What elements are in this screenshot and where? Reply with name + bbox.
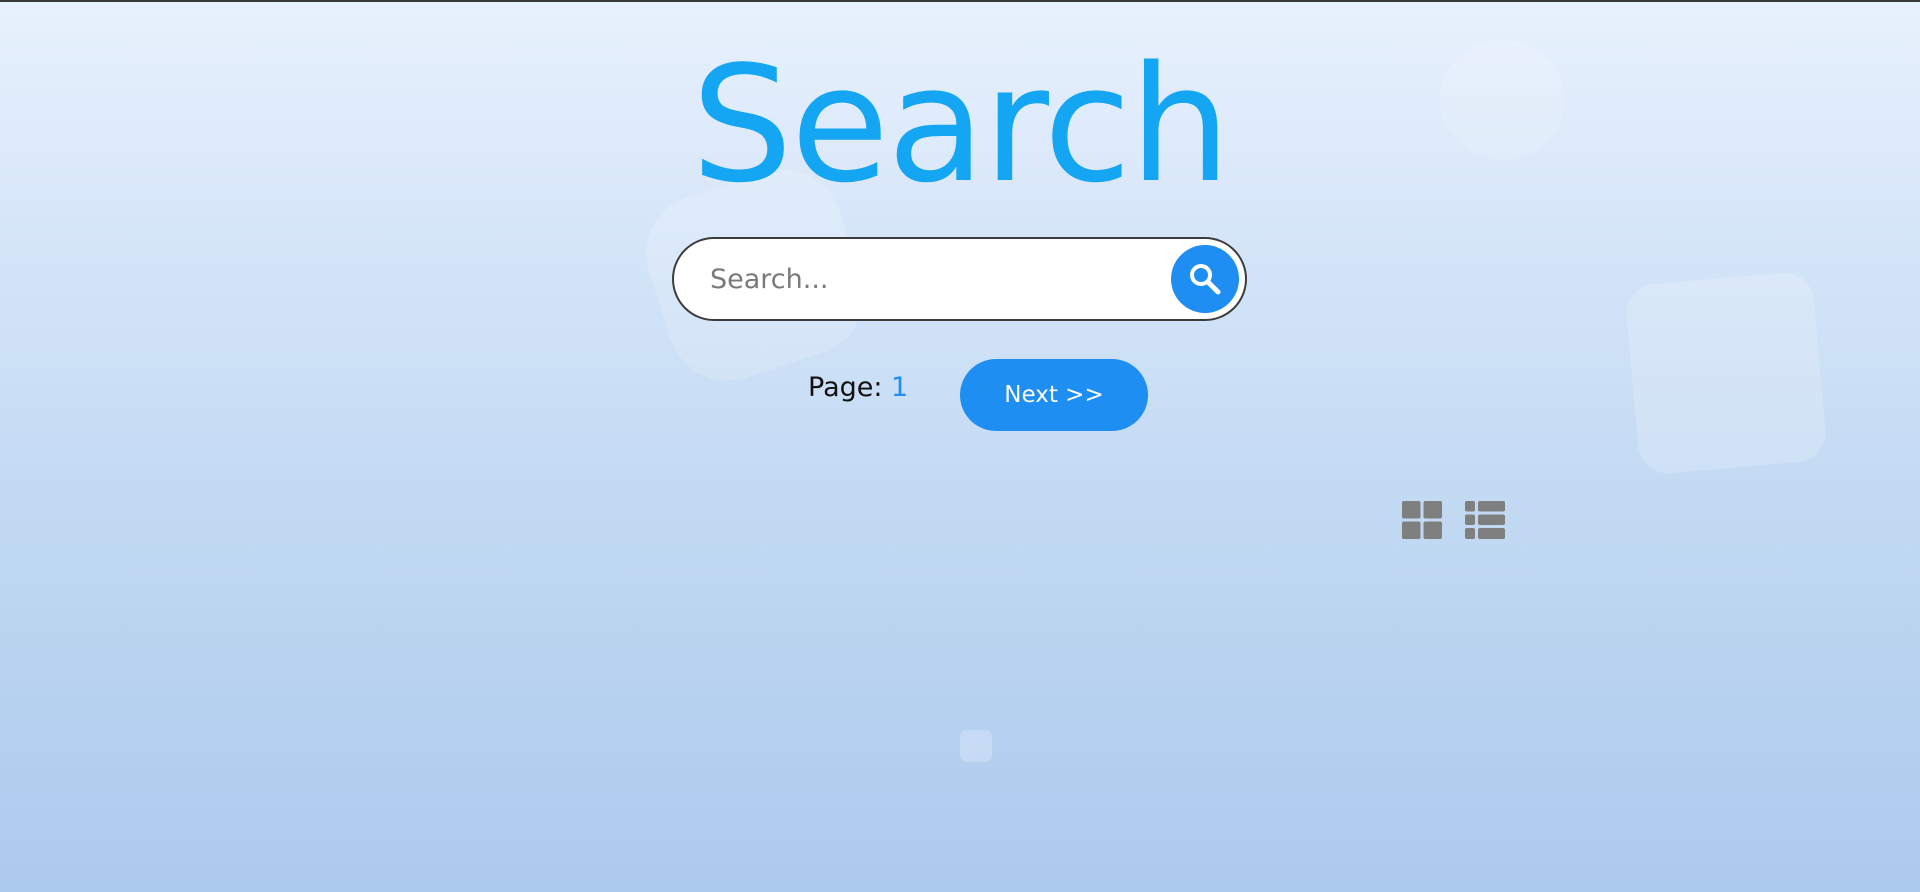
list-view-button[interactable]: [1465, 501, 1505, 539]
grid-view-icon: [1402, 501, 1442, 539]
next-page-button[interactable]: Next >>: [960, 359, 1148, 431]
search-input[interactable]: [710, 253, 1150, 305]
list-view-icon: [1465, 501, 1505, 539]
page-title: Search: [691, 31, 1231, 218]
current-page-number: 1: [891, 372, 909, 403]
background-shape: [1624, 270, 1828, 476]
search-icon: [1190, 264, 1221, 295]
top-border: [0, 0, 1920, 2]
page-label: Page:: [808, 372, 892, 403]
search-button[interactable]: [1171, 245, 1239, 313]
pagination-indicator: Page: 1: [808, 372, 908, 403]
grid-view-button[interactable]: [1402, 501, 1442, 539]
search-bar: [672, 237, 1247, 321]
background-shape: [960, 730, 992, 762]
